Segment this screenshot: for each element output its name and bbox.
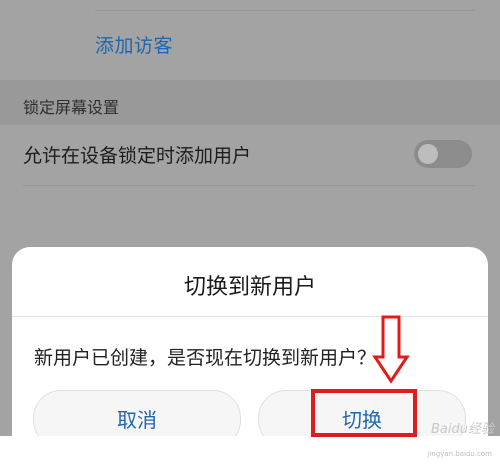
dialog-divider: [12, 316, 488, 317]
divider: [95, 10, 475, 11]
dialog-message: 新用户已创建，是否现在切换到新用户？: [34, 347, 377, 369]
toggle-knob: [418, 144, 438, 164]
divider: [23, 185, 475, 186]
watermark: Baidu经验: [431, 422, 494, 437]
bottom-strip: [0, 436, 500, 464]
switch-button-highlight: [311, 389, 417, 437]
allow-add-user-when-locked-label: 允许在设备锁定时添加用户: [23, 145, 252, 167]
dialog-title: 切换到新用户: [183, 275, 316, 300]
allow-add-user-when-locked-toggle[interactable]: [414, 140, 472, 168]
add-guest-link[interactable]: 添加访客: [95, 31, 173, 58]
lock-screen-section-title: 锁定屏幕设置: [23, 98, 120, 117]
watermark-sub: jingyan.baidu.com: [427, 450, 492, 458]
down-arrow-annotation-icon: [372, 315, 410, 384]
